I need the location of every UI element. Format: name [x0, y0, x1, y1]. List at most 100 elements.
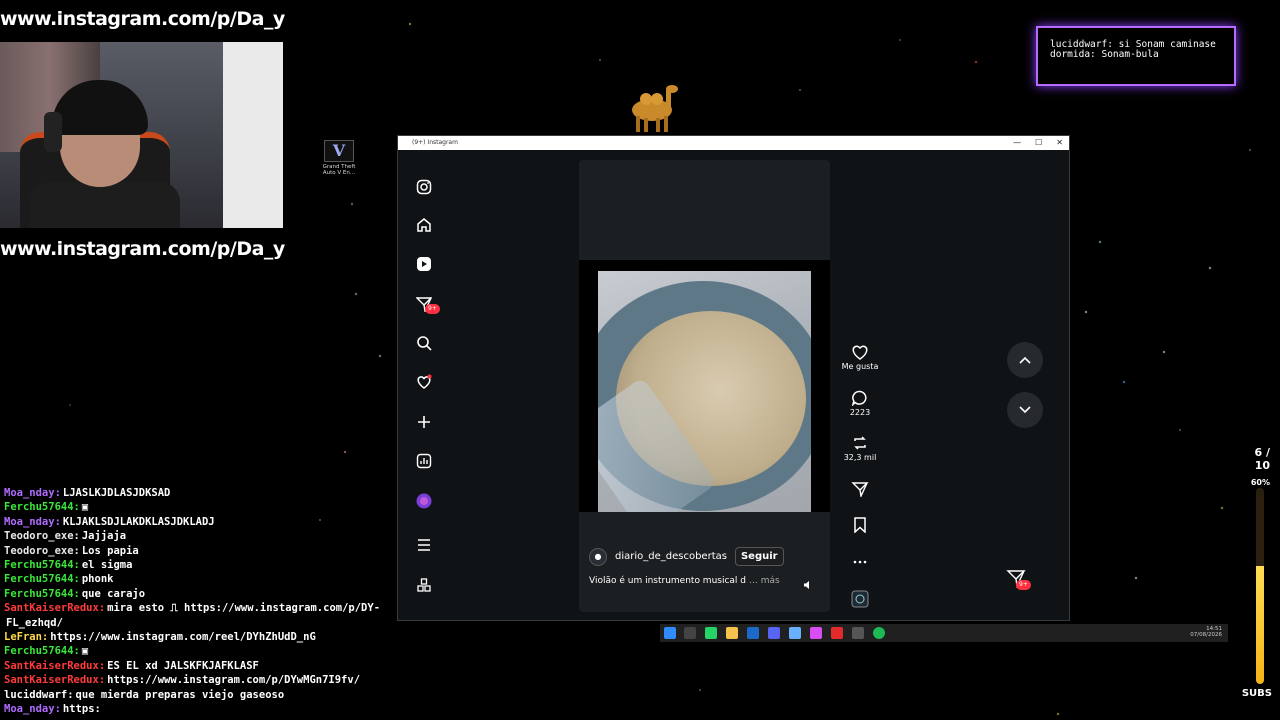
chat-line: Moa_nday: https: — [4, 702, 474, 716]
like-button[interactable]: Me gusta — [836, 344, 884, 371]
instagram-taskbar-icon[interactable] — [810, 627, 822, 639]
mute-button[interactable] — [803, 580, 813, 593]
gta-icon: V — [324, 140, 354, 162]
close-button[interactable]: ✕ — [1056, 136, 1063, 150]
windows-taskbar: 14:51 07/08/2026 — [660, 624, 1228, 642]
chat-username: Teodoro_exe: — [4, 544, 80, 557]
notifications-icon[interactable] — [415, 373, 433, 391]
vpn-icon[interactable] — [789, 627, 801, 639]
more-options-button[interactable] — [836, 554, 884, 572]
url-banner-top: www.instagram.com/p/Da_yt — [0, 8, 285, 30]
heart-icon — [852, 345, 868, 360]
comment-icon — [851, 390, 867, 406]
chat-message: Los papia — [81, 544, 139, 557]
stream-chat: Moa_nday: LJASLKJDLASJDKSAD Ferchu57644: ▣ M… — [4, 486, 474, 717]
chat-username: LeFran: — [4, 631, 49, 644]
chat-username: Ferchu57644: — [4, 559, 80, 572]
chat-message: phonk — [81, 573, 114, 586]
chat-message: mira esto ⎍ https://www.instagram.com/p/… — [107, 602, 381, 615]
chat-line: Moa_nday: KLJAKLSDJLAKDKLASJDKLADJ — [4, 515, 474, 529]
system-tray-clock[interactable]: 14:51 07/08/2026 — [1190, 626, 1222, 638]
chat-line: SantKaiserRedux: mira esto ⎍ https://www.… — [4, 601, 474, 615]
floating-messages-badge: 9+ — [1016, 580, 1031, 590]
capcut-icon[interactable] — [852, 627, 864, 639]
chat-username: Moa_nday: — [4, 515, 61, 528]
discord-icon[interactable] — [768, 627, 780, 639]
author-username[interactable]: diario_de_descobertas — [615, 551, 727, 562]
spotify-icon[interactable] — [873, 627, 885, 639]
maximize-button[interactable]: ☐ — [1035, 136, 1042, 150]
more-icon — [853, 560, 867, 564]
previous-reel-button[interactable] — [1007, 342, 1043, 378]
minimize-button[interactable]: — — [1013, 136, 1021, 150]
opera-icon[interactable] — [831, 627, 843, 639]
chat-line: Ferchu57644: que carajo — [4, 587, 474, 601]
windows-start-icon[interactable] — [664, 627, 676, 639]
chat-line: SantKaiserRedux: ES EL xd JALSKFKJAFKLASF — [4, 659, 474, 673]
reel-author-row: ● diario_de_descobertas Seguir — [589, 547, 784, 566]
instagram-logo-icon[interactable] — [415, 178, 433, 196]
search-icon[interactable] — [415, 334, 433, 352]
follow-button[interactable]: Seguir — [734, 547, 784, 566]
home-icon[interactable] — [415, 216, 433, 234]
whatsapp-icon[interactable] — [705, 627, 717, 639]
chat-username: Ferchu57644: — [4, 501, 80, 514]
chat-line: LeFran: https://www.instagram.com/reel/DY… — [4, 630, 474, 644]
chat-line: Moa_nday: LJASLKJDLASJDKSAD — [4, 486, 474, 500]
chat-message: ES EL xd JALSKFKJAFKLASF — [107, 659, 259, 672]
chat-line: luciddwarf: que mierda preparas viejo gas… — [4, 688, 474, 702]
chat-username: SantKaiserRedux: — [4, 602, 106, 615]
chat-username: Ferchu57644: — [4, 645, 80, 658]
audio-icon — [851, 590, 869, 608]
chat-message: que carajo — [81, 587, 146, 600]
save-button[interactable] — [836, 517, 884, 535]
instagram-window: (9+) Instagram — ☐ ✕ 9+ ● diario_de_desc… — [397, 135, 1070, 621]
url-banner-bottom: www.instagram.com/p/Da_yt — [0, 238, 285, 260]
reel-video[interactable] — [598, 271, 811, 512]
chat-line: Ferchu57644: ▣ — [4, 644, 474, 658]
chat-username: Teodoro_exe: — [4, 530, 80, 543]
caption-more-link[interactable]: … más — [749, 576, 780, 586]
create-icon[interactable] — [415, 413, 433, 431]
chat-message: que mierda preparas viejo gaseoso — [75, 688, 285, 701]
chat-message: KLJAKLSDJLAKDKLASJDKLADJ — [62, 515, 215, 528]
overlay-chat-message: luciddwarf: si Sonam caminase dormida: S… — [1036, 26, 1236, 86]
share-button[interactable] — [836, 481, 884, 499]
steam-icon[interactable] — [747, 627, 759, 639]
chat-line: Ferchu57644: phonk — [4, 572, 474, 586]
desktop-shortcut-gta[interactable]: V Grand Theft Auto V En... — [320, 140, 358, 176]
author-avatar[interactable]: ● — [589, 547, 607, 566]
chat-line: SantKaiserRedux: https://www.instagram.co… — [4, 673, 474, 687]
reels-icon[interactable] — [415, 255, 433, 273]
messages-icon[interactable]: 9+ — [415, 295, 440, 314]
window-titlebar: (9+) Instagram — ☐ ✕ — [398, 136, 1069, 150]
chat-username: SantKaiserRedux: — [4, 659, 106, 672]
messages-badge: 9+ — [425, 304, 440, 314]
speaker-icon — [804, 581, 809, 589]
next-reel-button[interactable] — [1007, 392, 1043, 428]
bookmark-icon — [854, 517, 866, 533]
chat-message: LJASLKJDLASJDKSAD — [62, 487, 171, 499]
chat-username: Moa_nday: — [4, 703, 61, 716]
chat-username: luciddwarf: — [4, 688, 74, 701]
taskbar-search-icon[interactable] — [684, 627, 696, 639]
chat-message: https://www.instagram.com/p/DYwMGn7I9fv/ — [107, 674, 361, 687]
chat-username: Ferchu57644: — [4, 573, 80, 586]
floating-messages-button[interactable]: 9+ — [1006, 568, 1034, 596]
dashboard-icon[interactable] — [415, 452, 433, 470]
chat-username: Ferchu57644: — [4, 587, 80, 600]
chat-line: Ferchu57644: ▣ — [4, 500, 474, 514]
chat-line: FL_ezhqd/ — [4, 616, 474, 630]
sub-goal-count: 6 / 10 — [1254, 446, 1270, 472]
chat-line: Ferchu57644: el sigma — [4, 558, 474, 572]
audio-thumbnail[interactable] — [836, 590, 884, 610]
comment-button[interactable]: 2223 — [836, 390, 884, 417]
repost-button[interactable]: 32,3 mil — [836, 435, 884, 462]
chat-message: ▣ — [81, 645, 89, 658]
chat-message: FL_ezhqd/ — [6, 616, 63, 629]
file-explorer-icon[interactable] — [726, 627, 738, 639]
chat-username: Moa_nday: — [4, 487, 61, 499]
chat-username: SantKaiserRedux: — [4, 674, 106, 687]
caption-text: Violão é um instrumento musical d — [589, 576, 747, 586]
sub-goal-counter: 6 / 10 60% — [1240, 446, 1270, 487]
